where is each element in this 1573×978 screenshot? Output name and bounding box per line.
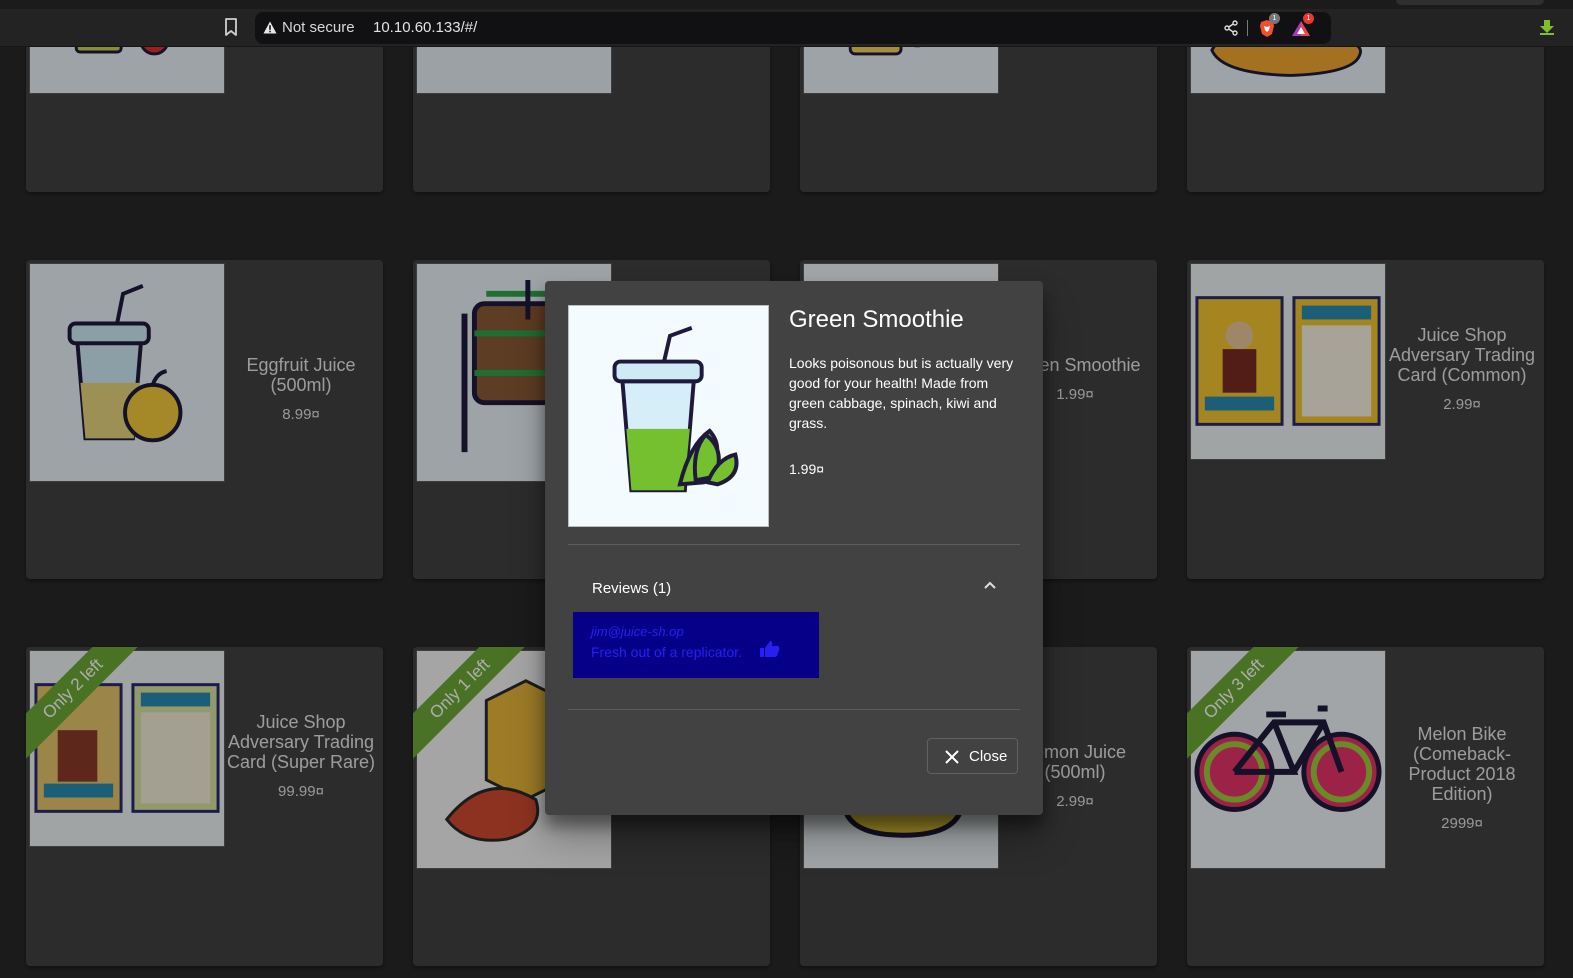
dialog-product-image	[568, 305, 769, 527]
dialog-divider	[568, 709, 1020, 710]
reviews-header[interactable]: Reviews (1)	[592, 580, 671, 597]
rewards-badge: 1	[1303, 13, 1314, 24]
shields-badge: 1	[1269, 13, 1280, 24]
share-icon[interactable]	[1223, 20, 1239, 36]
dialog-price: 1.99¤	[789, 461, 825, 477]
dialog-title: Green Smoothie	[789, 306, 964, 333]
close-icon	[945, 750, 959, 764]
dialog-divider	[568, 544, 1020, 545]
bookmark-icon[interactable]	[222, 17, 240, 37]
browser-tab[interactable]	[1396, 0, 1544, 5]
browser-toolbar: Not secure 10.10.60.133/#/ 1 1	[0, 9, 1573, 47]
product-details-dialog: Green Smoothie Looks poisonous but is ac…	[545, 281, 1043, 815]
url-text[interactable]: 10.10.60.133/#/	[373, 19, 477, 36]
warning-icon[interactable]	[263, 21, 277, 34]
review-item: jim@juice-sh.op Fresh out of a replicato…	[573, 612, 819, 678]
security-label[interactable]: Not secure	[282, 19, 355, 36]
close-button[interactable]: Close	[927, 738, 1018, 774]
close-label: Close	[969, 748, 1008, 765]
juice-shop-page: Not secure 10.10.60.133/#/ 1 1 Eggfruit …	[0, 0, 1573, 978]
browser-tab-strip	[0, 0, 1573, 9]
address-bar[interactable]: Not secure 10.10.60.133/#/ 1 1	[255, 12, 1331, 44]
review-author: jim@juice-sh.op	[591, 624, 684, 639]
chevron-up-icon[interactable]	[983, 580, 997, 590]
toolbar-separator	[1247, 20, 1248, 36]
download-icon[interactable]	[1539, 19, 1555, 35]
thumbs-up-icon[interactable]	[758, 640, 784, 658]
review-text: Fresh out of a replicator.	[591, 644, 742, 660]
dialog-description: Looks poisonous but is actually very goo…	[789, 355, 1014, 431]
